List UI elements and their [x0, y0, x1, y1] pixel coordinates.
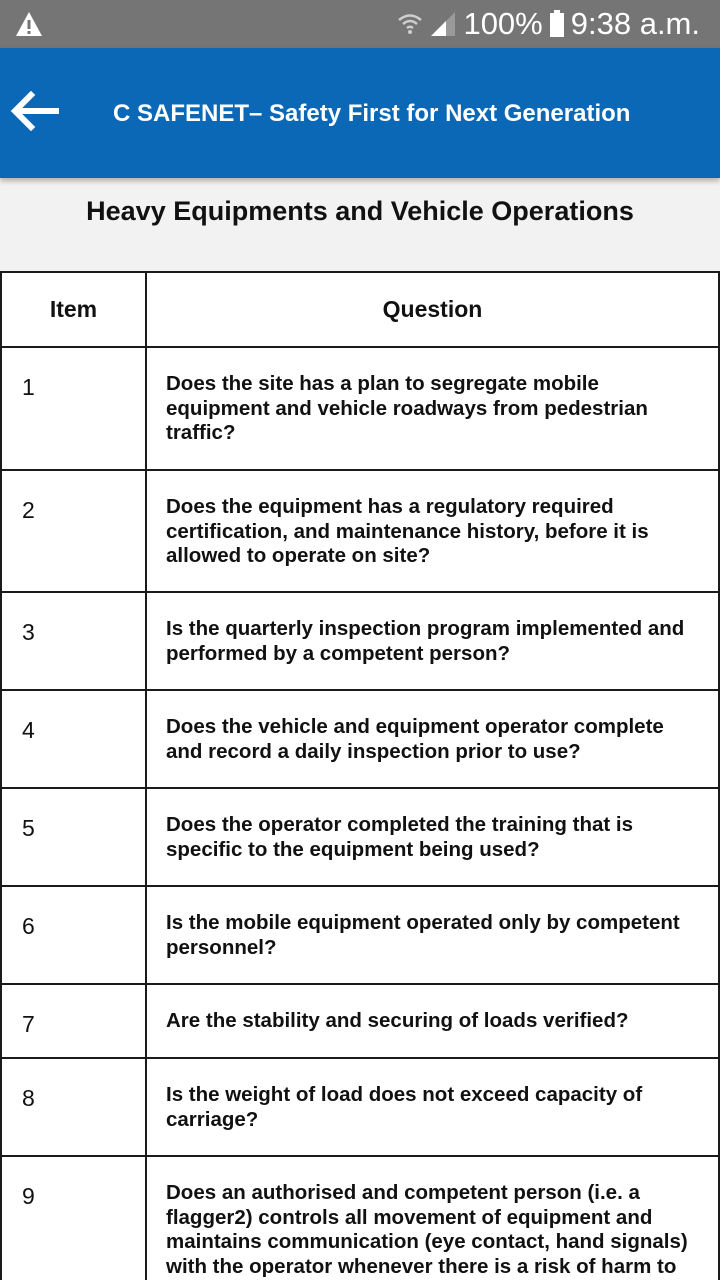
page-title: Heavy Equipments and Vehicle Operations [86, 196, 634, 226]
question-text: Is the mobile equipment operated only by… [145, 885, 720, 985]
wifi-icon [397, 11, 423, 37]
question-text: Does the site has a plan to segregate mo… [145, 346, 720, 471]
table-row[interactable]: 9 Does an authorised and competent perso… [0, 1155, 720, 1280]
table-row[interactable]: 4 Does the vehicle and equipment operato… [0, 689, 720, 789]
item-number: 1 [0, 346, 147, 471]
back-arrow-icon [9, 90, 61, 136]
clock: 9:38 a.m. [570, 6, 700, 41]
status-bar: 100% 9:38 a.m. [0, 0, 720, 48]
question-text: Does the equipment has a regulatory requ… [145, 469, 720, 593]
app-bar: C SAFENET– Safety First for Next Generat… [0, 48, 720, 178]
page-header: Heavy Equipments and Vehicle Operations [0, 178, 720, 272]
question-text: Is the quarterly inspection program impl… [145, 591, 720, 691]
item-number: 5 [0, 787, 147, 887]
battery-icon [549, 10, 565, 38]
item-number: 8 [0, 1057, 147, 1157]
item-number: 4 [0, 689, 147, 789]
column-header-question: Question [145, 271, 720, 348]
item-number: 6 [0, 885, 147, 985]
item-number: 3 [0, 591, 147, 691]
item-number: 7 [0, 983, 147, 1059]
table-row[interactable]: 6 Is the mobile equipment operated only … [0, 885, 720, 985]
warning-icon [14, 9, 44, 39]
item-number: 2 [0, 469, 147, 593]
table-row[interactable]: 2 Does the equipment has a regulatory re… [0, 469, 720, 593]
question-text: Does the operator completed the training… [145, 787, 720, 887]
table-row[interactable]: 8 Is the weight of load does not exceed … [0, 1057, 720, 1157]
question-text: Does the vehicle and equipment operator … [145, 689, 720, 789]
question-text: Is the weight of load does not exceed ca… [145, 1057, 720, 1157]
item-number: 9 [0, 1155, 147, 1280]
table-row[interactable]: 5 Does the operator completed the traini… [0, 787, 720, 887]
checklist-table: Item Question 1 Does the site has a plan… [0, 271, 720, 1280]
signal-icon [429, 10, 457, 38]
table-row[interactable]: 3 Is the quarterly inspection program im… [0, 591, 720, 691]
question-text: Are the stability and securing of loads … [145, 983, 720, 1059]
checklist-table-container[interactable]: Item Question 1 Does the site has a plan… [0, 271, 720, 1280]
table-header-row: Item Question [0, 271, 720, 348]
app-title: C SAFENET– Safety First for Next Generat… [113, 100, 631, 127]
table-row[interactable]: 1 Does the site has a plan to segregate … [0, 346, 720, 471]
question-text: Does an authorised and competent person … [145, 1155, 720, 1280]
back-button[interactable] [0, 78, 70, 148]
column-header-item: Item [0, 271, 147, 348]
status-indicators: 100% 9:38 a.m. [397, 0, 700, 48]
battery-percent: 100% [463, 6, 543, 41]
table-row[interactable]: 7 Are the stability and securing of load… [0, 983, 720, 1059]
